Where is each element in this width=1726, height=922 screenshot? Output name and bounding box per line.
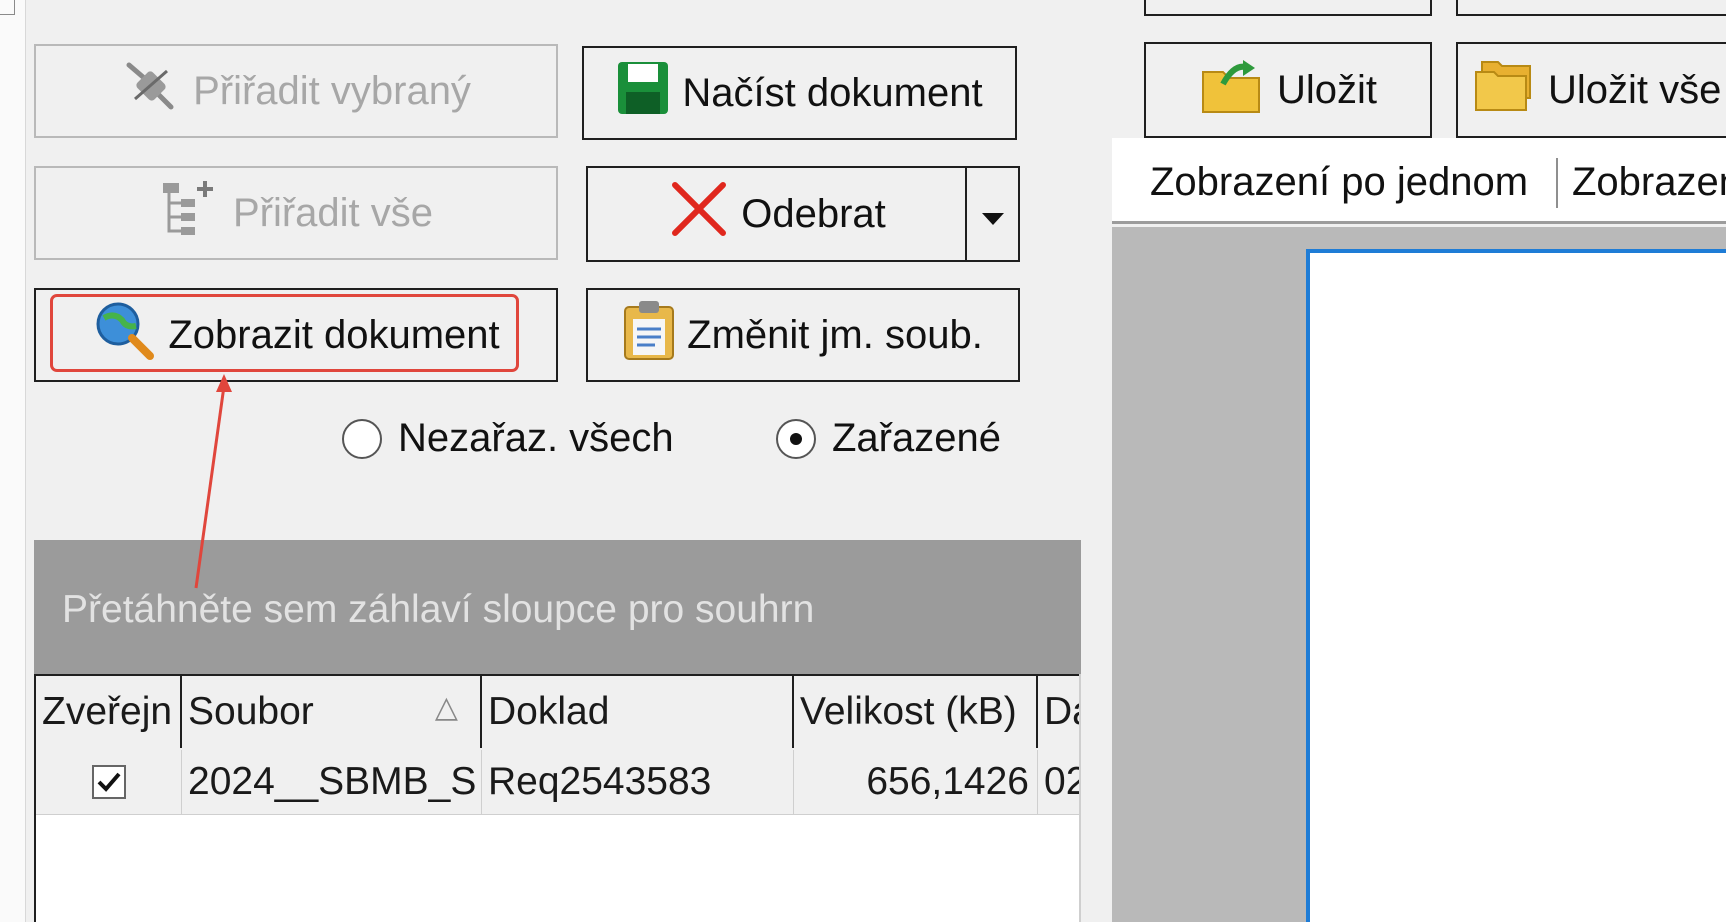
annotation-arrow xyxy=(194,374,232,589)
